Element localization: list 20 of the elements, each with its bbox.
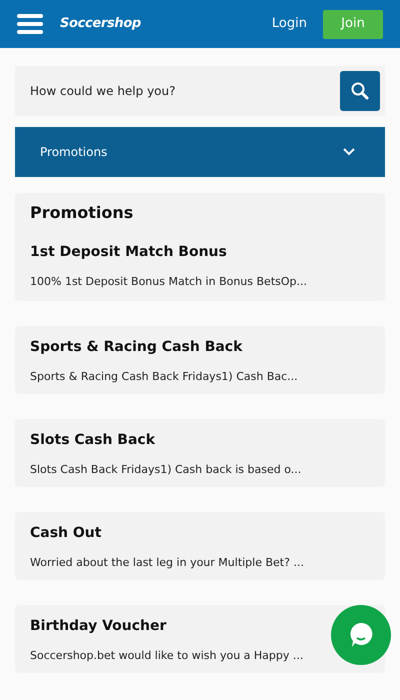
category-dropdown[interactable]: Promotions [15, 127, 385, 177]
search-field[interactable]: How could we help you? [30, 82, 340, 100]
promotion-title[interactable]: 1st Deposit Match Bonus [30, 243, 227, 261]
promotion-summary: Slots Cash Back Fridays1) Cash back is based o... [30, 463, 302, 477]
promotion-summary: 100% 1st Deposit Bonus Match in Bonus BetsOp... [30, 275, 308, 289]
promotion-title[interactable]: Cash Out [30, 524, 102, 542]
search-icon [350, 81, 370, 101]
login-button[interactable]: Login [272, 14, 307, 34]
promotion-summary: Soccershop.bet would like to wish you a Happy ... [30, 649, 304, 663]
search-button[interactable] [340, 71, 380, 111]
promotion-title[interactable]: Birthday Voucher [30, 617, 166, 635]
chevron-icon [343, 148, 355, 156]
promotion-summary: Sports & Racing Cash Back Fridays1) Cash Bac... [30, 370, 299, 384]
promotion-title[interactable]: Slots Cash Back [30, 431, 156, 449]
promotion-title[interactable]: Sports & Racing Cash Back [30, 338, 242, 356]
section-title: Promotions [30, 203, 134, 223]
logo[interactable]: Soccershop [60, 14, 141, 34]
search-bar[interactable]: How could we help you? [15, 66, 385, 116]
promotion-summary: Worried about the last leg in your Multiple Bet? ... [30, 556, 305, 570]
menu-icon[interactable] [17, 13, 43, 35]
